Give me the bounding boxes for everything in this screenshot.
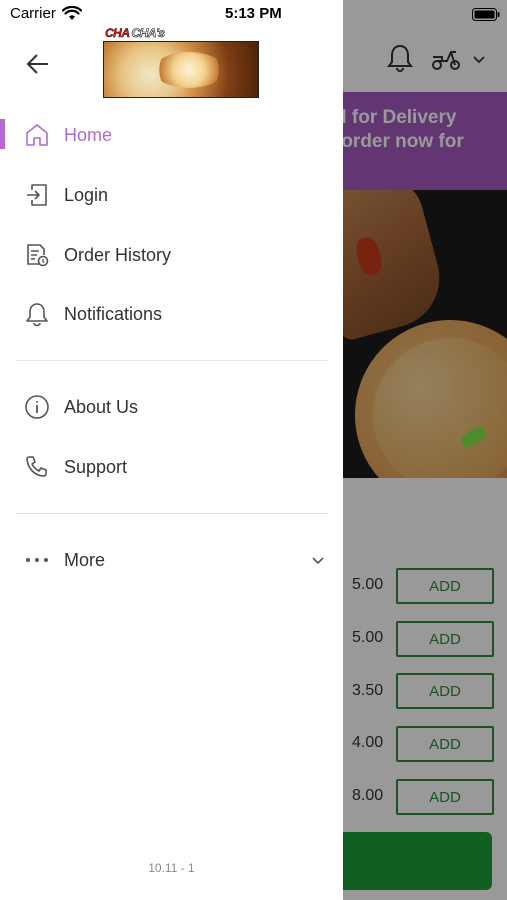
- battery-icon: [472, 8, 500, 21]
- menu-item-login[interactable]: Login: [0, 167, 343, 223]
- menu-label-login: Login: [64, 184, 109, 205]
- info-icon: [25, 395, 49, 419]
- menu-item-notifications[interactable]: Notifications: [0, 286, 343, 342]
- drawer-scrim[interactable]: [343, 0, 507, 900]
- status-time: 5:13 PM: [225, 5, 282, 22]
- carrier-label: Carrier: [10, 5, 56, 22]
- logo-food-image: [103, 41, 259, 98]
- phone-icon: [26, 456, 47, 477]
- chevron-down-icon[interactable]: [310, 552, 326, 568]
- order-history-icon: [27, 244, 49, 267]
- back-arrow-icon[interactable]: [24, 50, 52, 78]
- status-bar: Carrier 5:13 PM: [0, 0, 507, 30]
- menu-label-home: Home: [64, 124, 113, 145]
- navigation-drawer: CHA CHA's Home Login Order History Notifi…: [0, 0, 343, 900]
- menu-item-home[interactable]: Home: [0, 107, 343, 163]
- bell-icon: [26, 303, 48, 327]
- divider: [16, 360, 328, 361]
- menu-item-more[interactable]: More: [0, 532, 343, 588]
- more-dots-icon: [26, 558, 48, 562]
- app-version: 10.11 - 1: [148, 861, 195, 875]
- menu-label-support: Support: [64, 456, 128, 477]
- divider: [16, 513, 328, 514]
- menu-label-more: More: [64, 549, 106, 570]
- menu-item-support[interactable]: Support: [0, 439, 343, 495]
- wifi-icon: [62, 6, 82, 20]
- menu-item-about-us[interactable]: About Us: [0, 379, 343, 435]
- login-icon: [27, 184, 47, 206]
- restaurant-logo: CHA CHA's: [103, 26, 259, 98]
- home-icon: [26, 124, 48, 146]
- menu-label-order-history: Order History: [64, 244, 172, 265]
- menu-label-about-us: About Us: [64, 396, 139, 417]
- menu-label-notifications: Notifications: [64, 303, 163, 324]
- menu-item-order-history[interactable]: Order History: [0, 227, 343, 283]
